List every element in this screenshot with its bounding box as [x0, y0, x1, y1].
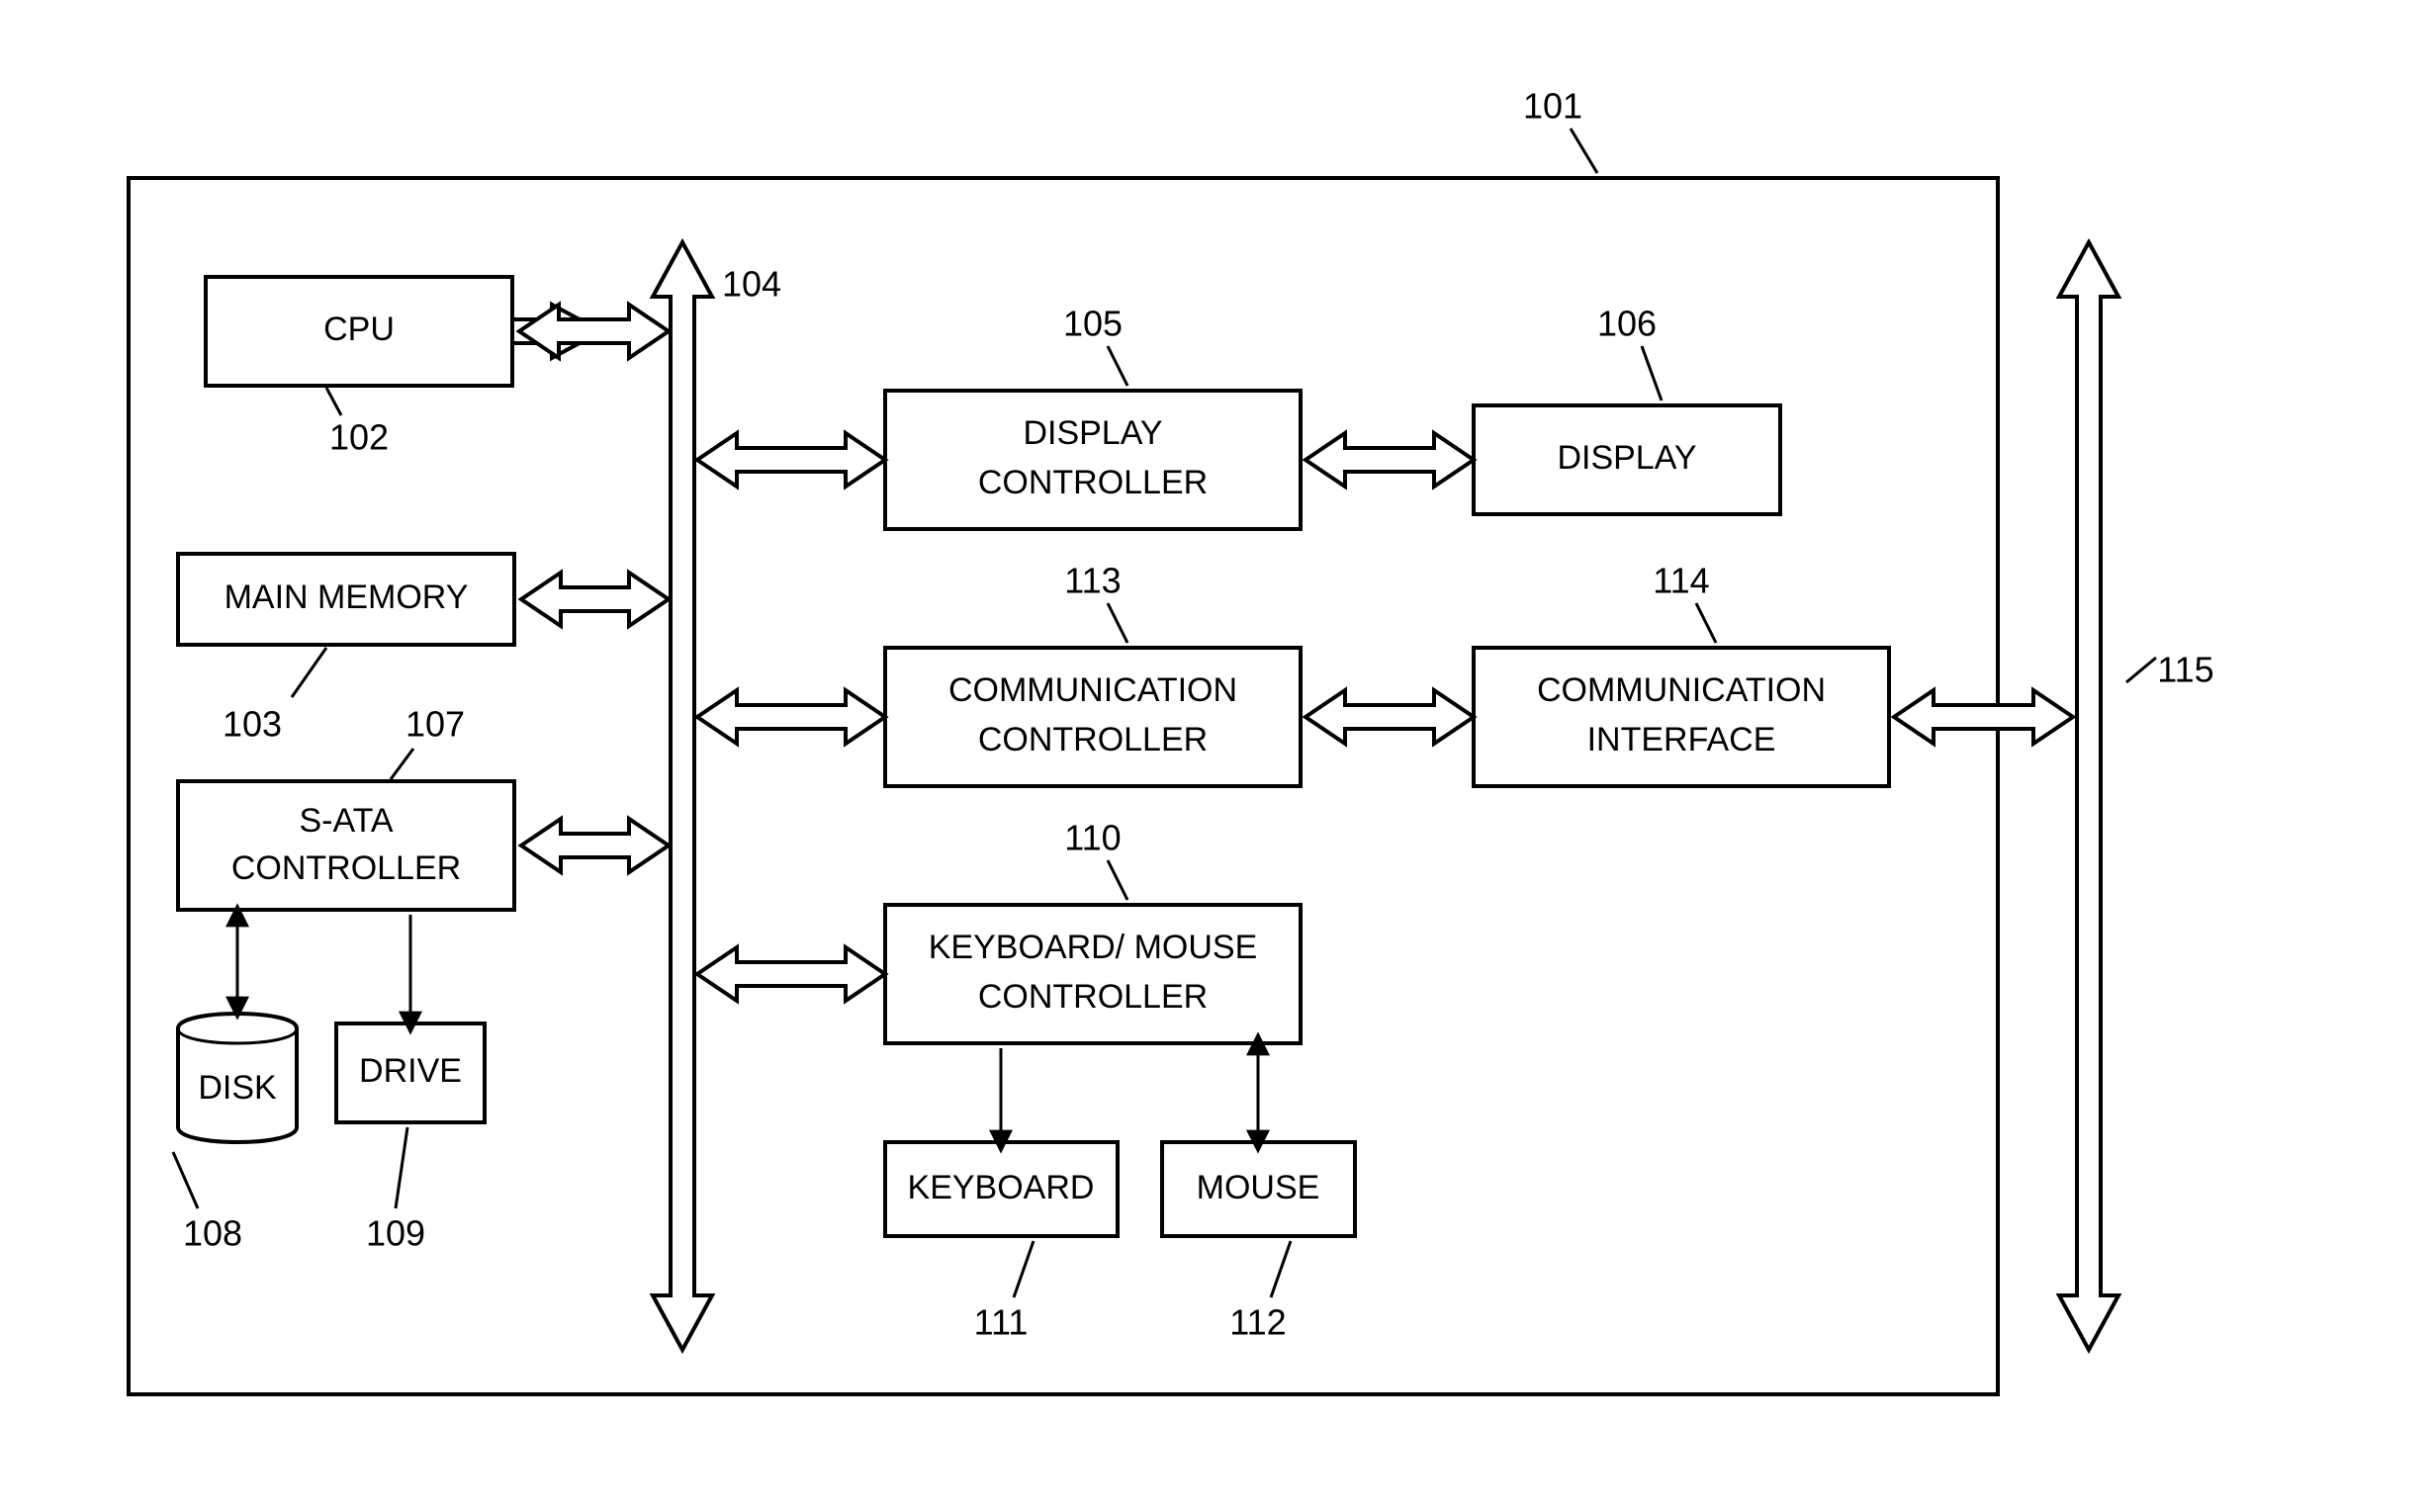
ref-tick-107 — [391, 749, 413, 779]
ref-111: 111 — [974, 1302, 1029, 1343]
drive-label: DRIVE — [359, 1052, 462, 1090]
ref-104: 104 — [722, 264, 781, 305]
arr-cc-ci — [1305, 690, 1474, 744]
display-label: DISPLAY — [1557, 439, 1696, 477]
main-memory-label: MAIN MEMORY — [225, 578, 469, 616]
block-diagram: 101 104 115 CPU 102 MAIN MEMORY 103 S-AT… — [0, 0, 2430, 1512]
ref-tick-108 — [173, 1152, 198, 1208]
disk-label: DISK — [198, 1069, 277, 1107]
ref-103: 103 — [223, 704, 282, 745]
ref-tick-109 — [396, 1127, 407, 1208]
arr-bus-dc — [697, 433, 885, 487]
sata-label-2: CONTROLLER — [231, 849, 461, 887]
ref-115: 115 — [2157, 650, 2213, 690]
ci-label-2: INTERFACE — [1587, 721, 1776, 758]
ref-tick-115 — [2126, 658, 2156, 682]
dc-label-1: DISPLAY — [1023, 414, 1162, 452]
cc-label-1: COMMUNICATION — [948, 671, 1237, 709]
arr-bus-kbm — [697, 947, 885, 1001]
ref-107: 107 — [405, 704, 465, 745]
arr-mm-bus — [521, 573, 669, 626]
ref-tick-103 — [292, 648, 326, 697]
dc-label-2: CONTROLLER — [978, 464, 1208, 501]
ref-114: 114 — [1653, 561, 1709, 601]
ref-tick-110 — [1108, 860, 1127, 900]
ref-tick-113 — [1108, 603, 1127, 643]
arr-cpu-bus-double — [519, 305, 669, 358]
ref-tick-102 — [326, 388, 341, 415]
arr-dc-display — [1305, 433, 1474, 487]
cc-label-2: CONTROLLER — [978, 721, 1208, 758]
ref-109: 109 — [366, 1213, 425, 1254]
sata-box — [178, 781, 514, 910]
kbm-label-2: CONTROLLER — [978, 978, 1208, 1016]
ref-tick-111 — [1014, 1241, 1034, 1297]
ci-label-1: COMMUNICATION — [1537, 671, 1826, 709]
ref-tick-105 — [1108, 346, 1127, 386]
ref-105: 105 — [1063, 304, 1123, 344]
arr-bus-cc — [697, 690, 885, 744]
ref-106: 106 — [1597, 304, 1657, 344]
arr-ci-bus2 — [1894, 690, 2073, 744]
ref-tick-106 — [1642, 346, 1662, 400]
cpu-label: CPU — [323, 311, 395, 348]
ref-tick-101 — [1571, 129, 1597, 173]
ref-tick-112 — [1271, 1241, 1291, 1297]
ref-110: 110 — [1064, 818, 1121, 858]
ref-108: 108 — [183, 1213, 242, 1254]
mouse-label: MOUSE — [1197, 1169, 1320, 1206]
kbm-label-1: KEYBOARD/ MOUSE — [929, 929, 1258, 966]
ref-113: 113 — [1064, 561, 1121, 601]
ref-tick-114 — [1696, 603, 1716, 643]
comm-controller-box — [885, 648, 1301, 786]
ref-112: 112 — [1229, 1302, 1286, 1343]
ref-102: 102 — [329, 417, 389, 458]
ref-101: 101 — [1523, 86, 1582, 127]
sata-label-1: S-ATA — [299, 802, 393, 840]
kbm-controller-box — [885, 905, 1301, 1043]
bus-2 — [2059, 242, 2118, 1350]
bus-1 — [653, 242, 712, 1350]
display-controller-box — [885, 391, 1301, 529]
comm-interface-box — [1474, 648, 1889, 786]
arr-sata-bus — [521, 819, 669, 872]
keyboard-label: KEYBOARD — [908, 1169, 1095, 1206]
